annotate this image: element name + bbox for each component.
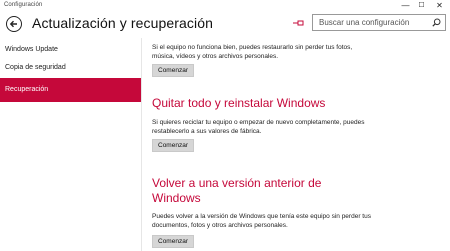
minimize-button[interactable]: —: [398, 0, 413, 12]
search-input[interactable]: Buscar una configuración: [312, 14, 446, 31]
section2-description: Si quieres reciclar tu equipo o empezar …: [152, 119, 365, 135]
pin-icon[interactable]: [293, 19, 305, 27]
close-button[interactable]: ✕: [432, 0, 447, 12]
sidebar: Windows Update Copia de seguridad Recupe…: [0, 38, 142, 251]
main-content: Si el equipo no funciona bien, puedes re…: [141, 38, 450, 251]
page-title: Actualización y recuperación: [32, 15, 214, 31]
section1-start-button[interactable]: Comenzar: [152, 64, 194, 77]
maximize-button[interactable]: ☐: [414, 0, 429, 12]
section2-heading: Quitar todo y reinstalar Windows: [152, 96, 326, 110]
search-placeholder: Buscar una configuración: [319, 18, 410, 27]
section3-description: Puedes volver a la versión de Windows qu…: [152, 213, 371, 229]
title-bar: Configuración — ☐ ✕: [0, 0, 450, 12]
section3-heading: Volver a una versión anterior de Windows: [152, 176, 322, 205]
back-button[interactable]: [6, 16, 22, 32]
section3-start-button[interactable]: Comenzar: [152, 235, 194, 248]
section1-description: Si el equipo no funciona bien, puedes re…: [152, 44, 353, 60]
section2-start-button[interactable]: Comenzar: [152, 139, 194, 152]
arrow-left-icon: [9, 20, 17, 28]
search-icon[interactable]: [432, 18, 441, 27]
window-title: Configuración: [4, 2, 43, 8]
sidebar-item-copia-de-seguridad[interactable]: Copia de seguridad: [0, 56, 141, 80]
sidebar-item-recuperacion[interactable]: Recuperación: [0, 78, 141, 102]
